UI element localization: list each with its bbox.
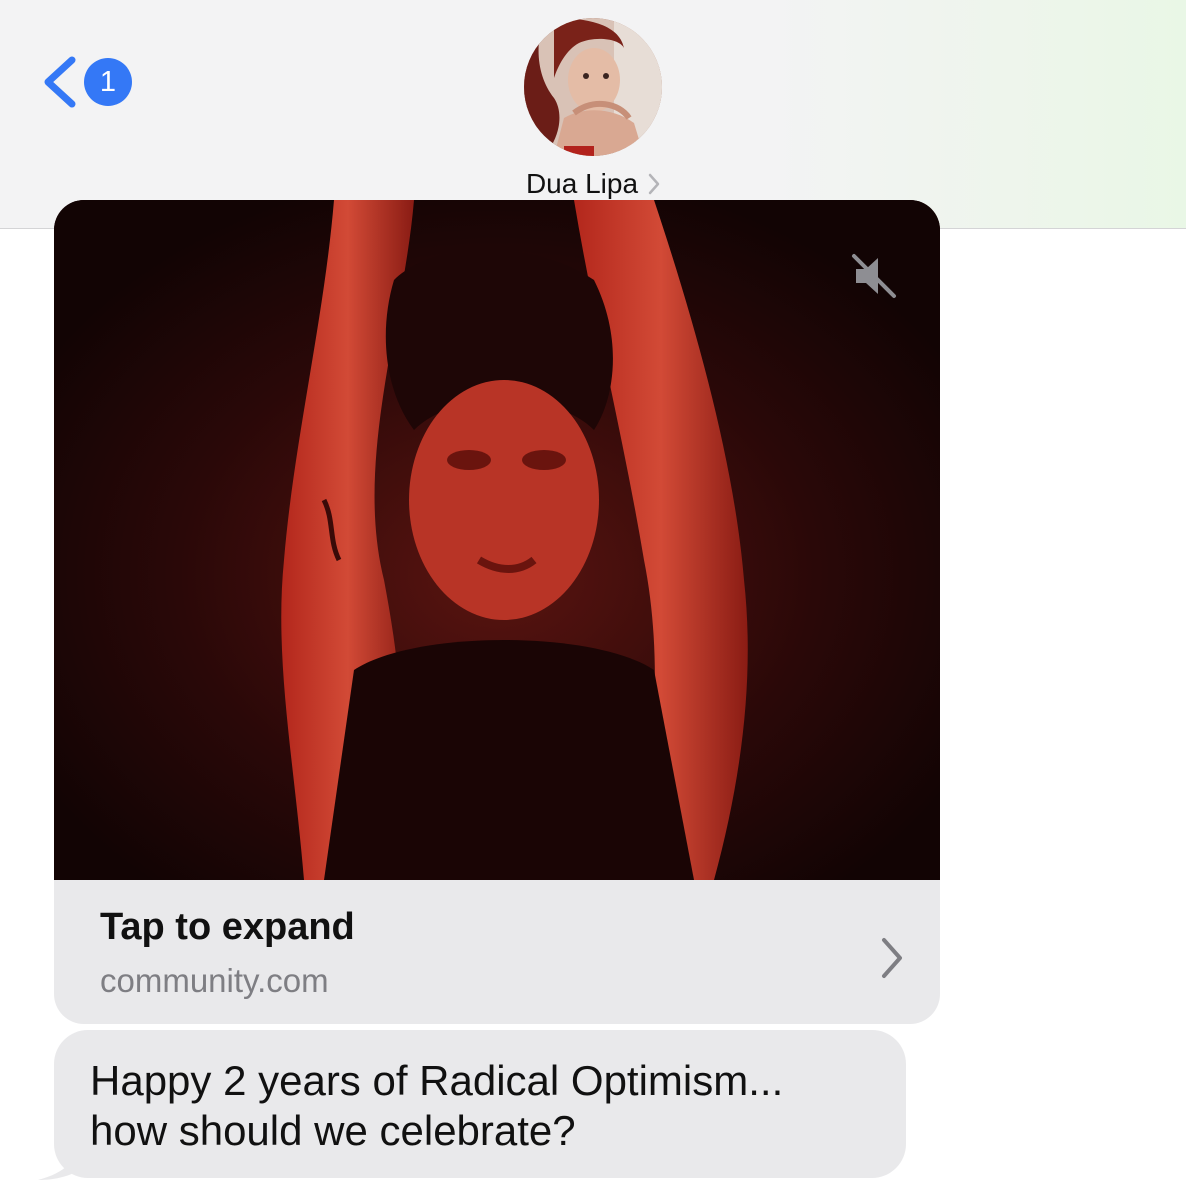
- chevron-right-icon: [648, 170, 660, 202]
- message-bubble[interactable]: Happy 2 years of Radical Optimism... how…: [54, 1030, 906, 1178]
- contact-avatar[interactable]: [524, 18, 662, 156]
- conversation-header: 1 Dua Lipa: [0, 0, 1186, 229]
- messages-screen: 1 Dua Lipa Tap to expand community.com H…: [0, 0, 1186, 1200]
- link-domain: community.com: [100, 962, 329, 999]
- link-preview-bubble[interactable]: Tap to expand community.com: [54, 200, 940, 1024]
- contact-name-button[interactable]: Dua Lipa: [0, 168, 1186, 202]
- contact-name: Dua Lipa: [525, 168, 639, 199]
- video-frame: [54, 200, 940, 880]
- back-button[interactable]: 1: [40, 52, 140, 112]
- chevron-left-icon: [44, 56, 76, 108]
- chevron-right-icon[interactable]: [880, 936, 904, 985]
- speaker-muted-icon[interactable]: [850, 252, 898, 305]
- unread-count-badge: 1: [84, 58, 132, 106]
- link-title: Tap to expand: [100, 906, 355, 948]
- video-preview[interactable]: [54, 200, 940, 880]
- avatar-photo: [524, 18, 662, 156]
- message-text: Happy 2 years of Radical Optimism... how…: [90, 1057, 784, 1154]
